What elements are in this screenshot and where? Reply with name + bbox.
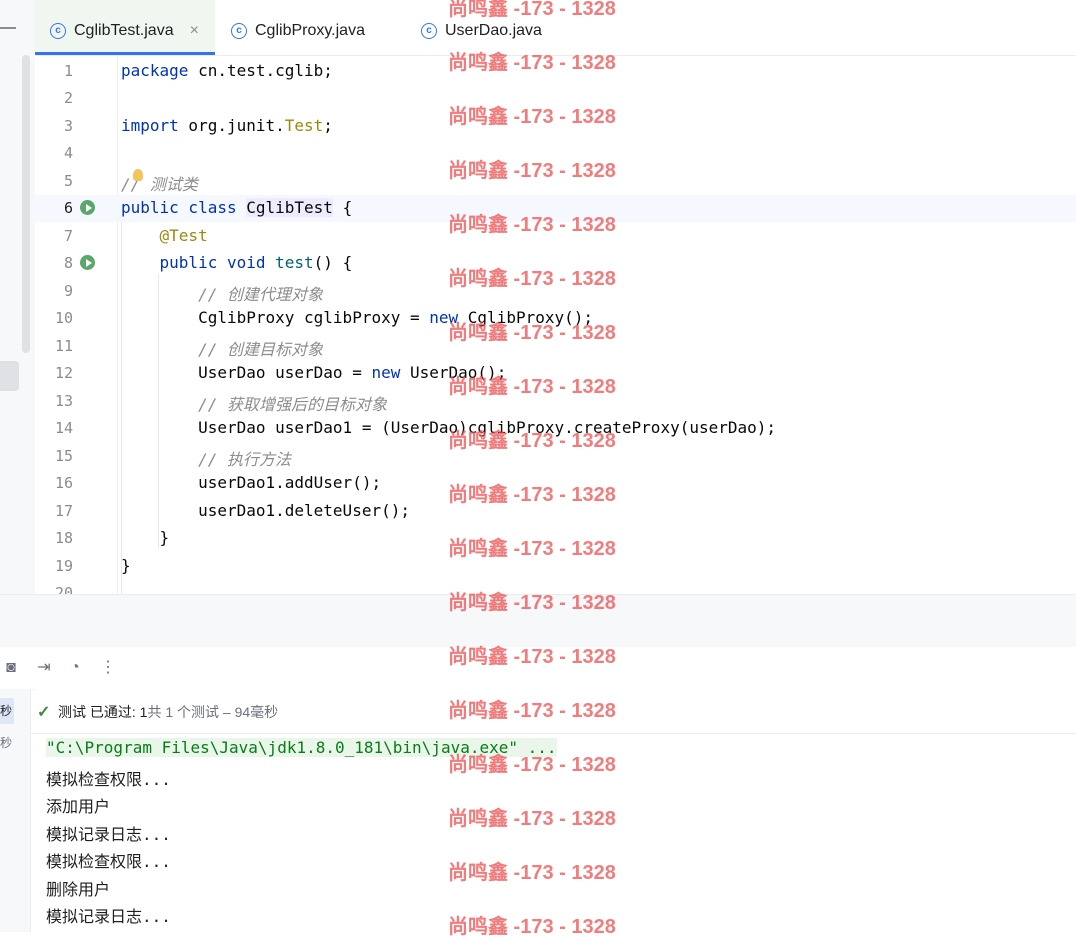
class-icon: c <box>231 22 247 39</box>
watermark-text: 尚鸣鑫 -173 - 1328 <box>448 214 616 236</box>
console-line: 添加用户 <box>46 797 111 816</box>
console-line: 模拟记录日志... <box>46 907 171 926</box>
line-number: 4 <box>63 144 73 162</box>
code-text: } <box>121 556 131 575</box>
test-tree-item[interactable]: 秒 <box>0 698 14 724</box>
line-number: 1 <box>63 62 73 80</box>
test-tree-item[interactable]: 秒 <box>0 734 12 751</box>
line-number: 5 <box>63 172 73 190</box>
import-icon[interactable]: ⇥ <box>35 659 53 677</box>
line-number: 16 <box>54 474 73 492</box>
line-number: 15 <box>54 447 73 465</box>
line-number: 12 <box>54 364 73 382</box>
tab-label: CglibTest.java <box>74 21 174 39</box>
tab-label: CglibProxy.java <box>255 21 365 39</box>
tab-cglibproxy[interactable]: c CglibProxy.java <box>231 0 365 55</box>
status-detail: 共 1 个测试 – 94毫秒 <box>147 704 279 720</box>
line-number: 8 <box>63 254 73 272</box>
watermark-text: 尚鸣鑫 -173 - 1328 <box>448 52 616 74</box>
watermark-text: 尚鸣鑫 -173 - 1328 <box>448 916 616 938</box>
watermark-text: 尚鸣鑫 -173 - 1328 <box>448 700 616 722</box>
console-line: 删除用户 <box>46 880 111 899</box>
code-text: public class CglibTest { <box>121 198 353 217</box>
class-icon: c <box>50 22 66 39</box>
watermark-text: 尚鸣鑫 -173 - 1328 <box>448 538 616 560</box>
watermark-text: 尚鸣鑫 -173 - 1328 <box>448 430 616 452</box>
watermark-text: 尚鸣鑫 -173 - 1328 <box>448 268 616 290</box>
line-number: 19 <box>54 557 73 575</box>
watermark-text: 尚鸣鑫 -173 - 1328 <box>448 862 616 884</box>
console-line: 模拟记录日志... <box>46 825 171 844</box>
watermark-text: 尚鸣鑫 -173 - 1328 <box>448 754 616 776</box>
code-comment: // 创建目标对象 <box>121 340 323 359</box>
line-number: 9 <box>63 282 73 300</box>
line-number: 17 <box>54 502 73 520</box>
tab-cglibtest[interactable]: c CglibTest.java × <box>35 0 215 55</box>
line-number: 3 <box>63 117 73 135</box>
code-text: userDao1.deleteUser(); <box>121 501 410 520</box>
console-line: 模拟检查权限... <box>46 770 171 789</box>
watermark-text: 尚鸣鑫 -173 - 1328 <box>448 808 616 830</box>
watermark-text: 尚鸣鑫 -173 - 1328 <box>448 592 616 614</box>
code-text: public void test() { <box>159 253 353 272</box>
tool-selection-marker[interactable] <box>0 361 19 391</box>
code-text: import org.junit.Test; <box>121 116 333 135</box>
line-number: 11 <box>54 337 73 355</box>
more-options-icon[interactable]: ⋮ <box>99 659 117 677</box>
watermark-text: 尚鸣鑫 -173 - 1328 <box>448 322 616 344</box>
code-comment: // 获取增强后的目标对象 <box>121 395 387 414</box>
line-number: 20 <box>54 584 73 594</box>
lightbulb-icon[interactable] <box>133 169 143 181</box>
class-icon: c <box>421 22 437 39</box>
test-tree-panel: 秒 秒 <box>0 690 31 932</box>
line-number: 2 <box>63 89 73 107</box>
watermark-text: 尚鸣鑫 -173 - 1328 <box>448 106 616 128</box>
collapse-dash[interactable] <box>0 27 16 29</box>
watermark-text: 尚鸣鑫 -173 - 1328 <box>448 160 616 182</box>
check-icon: ✓ <box>37 704 51 721</box>
console-line: 模拟检查权限... <box>46 852 171 871</box>
line-number: 10 <box>54 309 73 327</box>
code-comment: // 执行方法 <box>121 450 291 469</box>
watermark-text: 尚鸣鑫 -173 - 1328 <box>448 646 616 668</box>
code-comment: // 创建代理对象 <box>121 285 323 304</box>
project-scrollbar[interactable] <box>22 55 30 353</box>
test-status-text: 测试 已通过: 1共 1 个测试 – 94毫秒 <box>58 702 278 722</box>
close-icon[interactable]: × <box>190 22 199 40</box>
watermark-text: 尚鸣鑫 -173 - 1328 <box>448 484 616 506</box>
code-annotation: @Test <box>121 226 208 245</box>
line-number: 18 <box>54 529 73 547</box>
run-test-icon[interactable] <box>80 200 95 215</box>
camera-icon[interactable]: ◙ <box>2 659 20 677</box>
tab-label: UserDao.java <box>445 21 542 39</box>
line-number: 14 <box>54 419 73 437</box>
code-text: userDao1.addUser(); <box>121 473 382 492</box>
gauge-icon[interactable]: ◔ <box>66 659 84 677</box>
line-number: 13 <box>54 392 73 410</box>
watermark-text: 尚鸣鑫 -173 - 1328 <box>448 376 616 398</box>
run-test-icon[interactable] <box>80 255 95 270</box>
code-text: package cn.test.cglib; <box>121 61 333 80</box>
line-number: 7 <box>63 227 73 245</box>
status-label: 测试 已通过: <box>58 704 136 720</box>
code-text: } <box>121 528 170 547</box>
watermark-text: 尚鸣鑫 -173 - 1328 <box>448 0 616 20</box>
line-number: 6 <box>63 199 73 217</box>
